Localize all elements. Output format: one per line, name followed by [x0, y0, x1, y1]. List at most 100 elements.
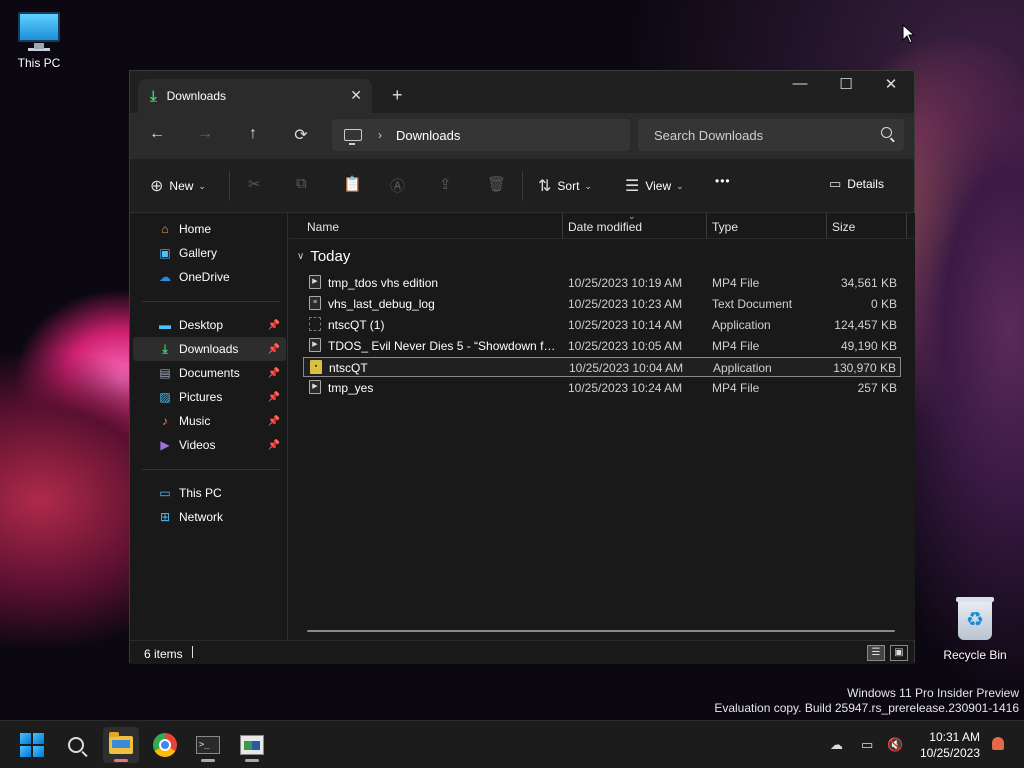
onedrive-icon: ☁: [159, 270, 171, 284]
file-name: TDOS_ Evil Never Dies 5 - “Showdown for.…: [328, 339, 558, 353]
file-type: MP4 File: [712, 276, 760, 290]
column-header-type[interactable]: Type: [712, 220, 738, 234]
start-button[interactable]: [14, 727, 50, 763]
rename-icon[interactable]: Ⓐ: [390, 175, 405, 196]
search-button[interactable]: [58, 727, 94, 763]
group-header-today[interactable]: ∨ Today: [297, 248, 350, 265]
sidebar-item-label: Home: [179, 222, 212, 236]
sidebar-item-this-pc[interactable]: ▭ This PC: [133, 481, 286, 505]
file-type: Application: [712, 318, 771, 332]
taskbar-terminal[interactable]: >_: [190, 727, 226, 763]
sidebar-item-label: Pictures: [179, 390, 223, 404]
view-list-icon: ☰: [625, 178, 640, 195]
desktop-icon-this-pc[interactable]: This PC: [1, 12, 77, 70]
chevron-right-icon[interactable]: ›: [378, 128, 382, 142]
tab-downloads[interactable]: ⤓ Downloads ✕: [138, 79, 372, 113]
new-tab-button[interactable]: +: [392, 85, 403, 106]
desktop-icon-recycle-bin[interactable]: ♻ Recycle Bin: [937, 597, 1013, 662]
weather-onedrive-tray-icon[interactable]: ☁: [830, 737, 843, 753]
clock[interactable]: 10:31 AM 10/25/2023: [920, 729, 980, 761]
table-row[interactable]: ▶ tmp_yes 10/25/2023 10:24 AM MP4 File 2…: [303, 378, 901, 398]
sidebar-item-pictures[interactable]: ▨ Pictures 📌: [133, 385, 286, 409]
column-divider[interactable]: [906, 213, 907, 239]
title-bar: ⤓ Downloads ✕ + — ☐ ✕: [130, 71, 914, 113]
pin-icon[interactable]: 📌: [268, 392, 280, 403]
taskbar-chrome[interactable]: [147, 727, 183, 763]
pin-icon[interactable]: 📌: [268, 344, 280, 355]
sidebar-item-music[interactable]: ♪ Music 📌: [133, 409, 286, 433]
file-date: 10/25/2023 10:24 AM: [568, 381, 683, 395]
up-button[interactable]: ↑: [241, 125, 265, 143]
close-tab-button[interactable]: ✕: [350, 87, 362, 104]
network-tray-icon[interactable]: ▭: [861, 737, 873, 753]
column-header-name[interactable]: Name: [307, 220, 339, 234]
pin-icon[interactable]: 📌: [268, 416, 280, 427]
file-date: 10/25/2023 10:05 AM: [568, 339, 683, 353]
clock-time: 10:31 AM: [929, 730, 980, 744]
copy-icon[interactable]: ⧉: [296, 175, 307, 192]
divider: [522, 171, 523, 201]
sidebar-item-onedrive[interactable]: ☁ OneDrive: [133, 265, 286, 289]
pin-icon[interactable]: 📌: [268, 440, 280, 451]
sidebar-item-network[interactable]: ⊞ Network: [133, 505, 286, 529]
file-name: tmp_yes: [328, 381, 374, 395]
column-header-date-modified[interactable]: Date modified: [568, 220, 642, 234]
search-input[interactable]: [654, 127, 874, 143]
notification-bell-icon[interactable]: [992, 737, 1004, 750]
volume-muted-tray-icon[interactable]: 🔇: [887, 737, 903, 753]
maximize-button[interactable]: ☐: [826, 75, 866, 93]
this-pc-icon[interactable]: [344, 129, 362, 145]
close-window-button[interactable]: ✕: [871, 75, 911, 93]
breadcrumb[interactable]: › Downloads: [332, 119, 630, 151]
pin-icon[interactable]: 📌: [268, 368, 280, 379]
video-file-icon: ▶: [309, 380, 321, 394]
chevron-down-icon: ⌄: [676, 180, 684, 191]
view-button[interactable]: ☰ View ⌄: [625, 176, 684, 196]
taskbar-ntscqt[interactable]: [234, 727, 270, 763]
clock-date: 10/25/2023: [919, 746, 980, 760]
back-button[interactable]: ←: [145, 125, 169, 143]
pin-icon[interactable]: 📌: [268, 320, 280, 331]
sidebar-item-label: This PC: [179, 486, 222, 500]
table-row[interactable]: ≡ vhs_last_debug_log 10/25/2023 10:23 AM…: [303, 294, 901, 314]
sidebar-item-gallery[interactable]: ▣ Gallery: [133, 241, 286, 265]
cut-icon[interactable]: ✂: [248, 175, 261, 193]
documents-icon: ▤: [159, 366, 171, 380]
sort-button[interactable]: ⇅ Sort ⌄: [538, 176, 592, 196]
share-icon[interactable]: ⇪: [439, 175, 452, 193]
table-row-selected[interactable]: ▪ ntscQT 10/25/2023 10:04 AM Application…: [303, 357, 901, 377]
sidebar-item-desktop[interactable]: ▬ Desktop 📌: [133, 313, 286, 337]
refresh-button[interactable]: ⟳: [289, 125, 313, 145]
breadcrumb-downloads[interactable]: Downloads: [396, 128, 460, 143]
column-divider[interactable]: [562, 213, 563, 239]
column-divider[interactable]: [826, 213, 827, 239]
table-row[interactable]: ▶ TDOS_ Evil Never Dies 5 - “Showdown fo…: [303, 336, 901, 356]
sidebar-item-videos[interactable]: ▶ Videos 📌: [133, 433, 286, 457]
file-size: 130,970 KB: [833, 361, 896, 375]
column-header-size[interactable]: Size: [832, 220, 855, 234]
chrome-icon: [153, 733, 177, 757]
table-row[interactable]: ntscQT (1) 10/25/2023 10:14 AM Applicati…: [303, 315, 901, 335]
windows-logo-icon: [20, 733, 44, 757]
sidebar-item-documents[interactable]: ▤ Documents 📌: [133, 361, 286, 385]
search-icon: [68, 737, 84, 753]
details-pane-button[interactable]: ▭ Details: [829, 176, 884, 192]
taskbar-file-explorer[interactable]: [103, 727, 139, 763]
divider: [229, 171, 230, 201]
sidebar-item-home[interactable]: ⌂ Home: [133, 217, 286, 241]
new-button[interactable]: ⊕ New ⌄: [150, 176, 206, 196]
paste-icon[interactable]: 📋: [343, 175, 362, 193]
search-box[interactable]: [638, 119, 904, 151]
table-row[interactable]: ▶ tmp_tdos vhs edition 10/25/2023 10:19 …: [303, 273, 901, 293]
column-divider[interactable]: [706, 213, 707, 239]
minimize-button[interactable]: —: [780, 75, 820, 92]
delete-icon[interactable]: 🗑: [487, 175, 506, 193]
more-options-button[interactable]: •••: [715, 174, 731, 188]
details-view-icon[interactable]: ☰: [867, 645, 885, 661]
forward-button[interactable]: →: [193, 125, 217, 143]
horizontal-scrollbar[interactable]: [307, 630, 895, 632]
sidebar-item-downloads[interactable]: ⤓ Downloads 📌: [133, 337, 286, 361]
tiles-view-icon[interactable]: ▣: [890, 645, 908, 661]
file-type: Application: [713, 361, 772, 375]
gallery-icon: ▣: [159, 246, 171, 260]
